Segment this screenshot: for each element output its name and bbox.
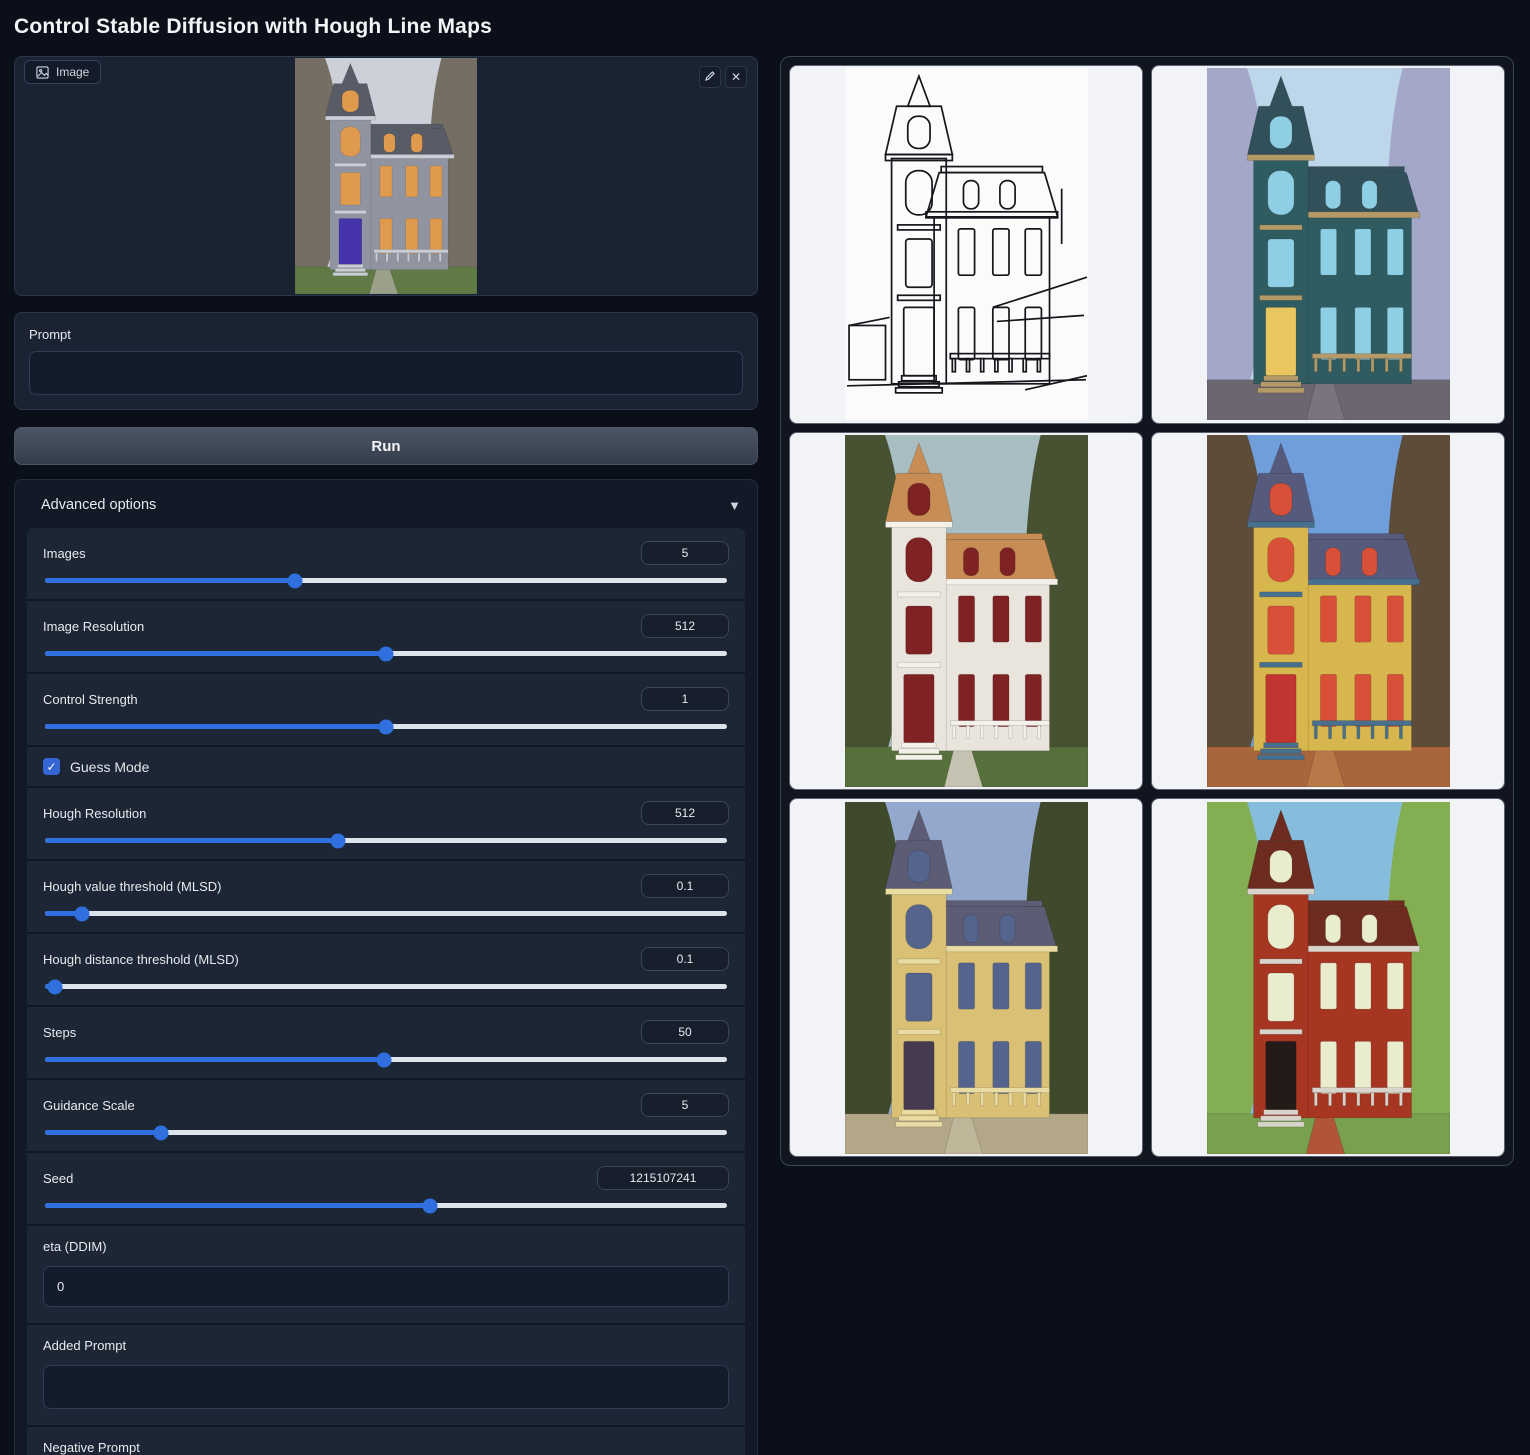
slider-track-hough-distance-threshold[interactable] [45,984,727,989]
hough-line-map [845,68,1088,420]
slider-track-steps[interactable] [45,1057,727,1062]
gallery-item-generated-image-2[interactable] [789,432,1143,791]
input-image-panel[interactable]: Image ✕ [14,56,758,296]
gallery-item-generated-image-3[interactable] [1151,432,1505,791]
image-icon [36,66,49,79]
slider-label-images: Images [43,546,86,561]
image-component-label: Image [56,65,89,79]
textarea-input-added-prompt[interactable] [43,1365,729,1409]
slider-value-steps[interactable]: 50 [641,1020,729,1044]
slider-row-hough-resolution: Hough Resolution 512 [27,788,745,861]
generated-image-4 [845,802,1088,1154]
slider-track-images[interactable] [45,578,727,583]
close-icon: ✕ [731,70,741,84]
advanced-options-title: Advanced options [41,497,156,513]
prompt-label: Prompt [29,327,743,342]
advanced-options-rows: Images 5 Image Resolution 512 Control Streng… [27,528,745,1455]
slider-track-image-resolution[interactable] [45,651,727,656]
slider-track-seed[interactable] [45,1203,727,1208]
textarea-label-added-prompt: Added Prompt [43,1338,729,1353]
checkbox-guess-mode[interactable]: ✓ [43,758,60,775]
image-corner-buttons: ✕ [699,66,747,88]
slider-value-images[interactable]: 5 [641,541,729,565]
generated-image-3 [1207,435,1450,787]
slider-label-hough-resolution: Hough Resolution [43,806,146,821]
checkbox-row-guess-mode: ✓ Guess Mode [27,747,745,788]
textarea-label-negative-prompt: Negative Prompt [43,1440,729,1455]
advanced-options-accordion: Advanced options ▼ Images 5 Image Resoluti… [14,479,758,1455]
slider-value-hough-distance-threshold[interactable]: 0.1 [641,947,729,971]
slider-track-control-strength[interactable] [45,724,727,729]
slider-row-hough-distance-threshold: Hough distance threshold (MLSD) 0.1 [27,934,745,1007]
checkbox-label-guess-mode: Guess Mode [70,759,149,775]
slider-value-guidance-scale[interactable]: 5 [641,1093,729,1117]
image-component-badge: Image [24,60,101,84]
slider-track-hough-value-threshold[interactable] [45,911,727,916]
app-root: Control Stable Diffusion with Hough Line… [0,0,1530,1455]
page-title: Control Stable Diffusion with Hough Line… [0,0,1530,39]
slider-thumb-steps[interactable] [376,1052,391,1067]
slider-label-seed: Seed [43,1171,73,1186]
edit-image-button[interactable] [699,66,721,88]
slider-label-steps: Steps [43,1025,76,1040]
generated-image-1 [1207,68,1450,420]
slider-row-image-resolution: Image Resolution 512 [27,601,745,674]
slider-thumb-guidance-scale[interactable] [153,1125,168,1140]
slider-label-control-strength: Control Strength [43,692,138,707]
run-button[interactable]: Run [14,427,758,465]
number-input-eta-ddim[interactable]: 0 [43,1266,729,1307]
slider-value-hough-value-threshold[interactable]: 0.1 [641,874,729,898]
slider-thumb-hough-value-threshold[interactable] [74,906,89,921]
slider-value-control-strength[interactable]: 1 [641,687,729,711]
main-columns: Image ✕ Prom [0,56,1530,1455]
gallery-item-generated-image-4[interactable] [789,798,1143,1157]
number-label-eta-ddim: eta (DDIM) [43,1239,729,1254]
chevron-down-icon: ▼ [728,498,741,513]
slider-label-hough-value-threshold: Hough value threshold (MLSD) [43,879,221,894]
slider-track-hough-resolution[interactable] [45,838,727,843]
textarea-row-negative-prompt: Negative Prompt [27,1427,745,1455]
generated-image-2 [845,435,1088,787]
slider-value-hough-resolution[interactable]: 512 [641,801,729,825]
slider-row-seed: Seed 1215107241 [27,1153,745,1226]
slider-value-seed[interactable]: 1215107241 [597,1166,729,1190]
slider-thumb-control-strength[interactable] [379,719,394,734]
results-column [780,56,1514,1166]
prompt-panel: Prompt [14,312,758,410]
generated-image-5 [1207,802,1450,1154]
slider-row-control-strength: Control Strength 1 [27,674,745,747]
gallery-item-hough-line-map[interactable] [789,65,1143,424]
slider-row-steps: Steps 50 [27,1007,745,1080]
slider-label-guidance-scale: Guidance Scale [43,1098,135,1113]
slider-row-guidance-scale: Guidance Scale 5 [27,1080,745,1153]
advanced-options-header[interactable]: Advanced options ▼ [27,480,745,528]
gallery-item-generated-image-1[interactable] [1151,65,1505,424]
slider-label-hough-distance-threshold: Hough distance threshold (MLSD) [43,952,239,967]
results-gallery [780,56,1514,1166]
controls-column: Image ✕ Prom [14,56,758,1455]
textarea-row-added-prompt: Added Prompt [27,1325,745,1427]
uploaded-house-photo[interactable] [295,58,477,294]
pencil-icon [704,70,716,85]
slider-label-image-resolution: Image Resolution [43,619,144,634]
slider-thumb-hough-distance-threshold[interactable] [48,979,63,994]
slider-value-image-resolution[interactable]: 512 [641,614,729,638]
slider-thumb-image-resolution[interactable] [379,646,394,661]
slider-row-hough-value-threshold: Hough value threshold (MLSD) 0.1 [27,861,745,934]
slider-row-images: Images 5 [27,528,745,601]
slider-thumb-seed[interactable] [423,1198,438,1213]
number-row-eta-ddim: eta (DDIM) 0 [27,1226,745,1325]
slider-thumb-images[interactable] [288,573,303,588]
gallery-item-generated-image-5[interactable] [1151,798,1505,1157]
slider-track-guidance-scale[interactable] [45,1130,727,1135]
prompt-input[interactable] [29,351,743,395]
slider-thumb-hough-resolution[interactable] [331,833,346,848]
clear-image-button[interactable]: ✕ [725,66,747,88]
